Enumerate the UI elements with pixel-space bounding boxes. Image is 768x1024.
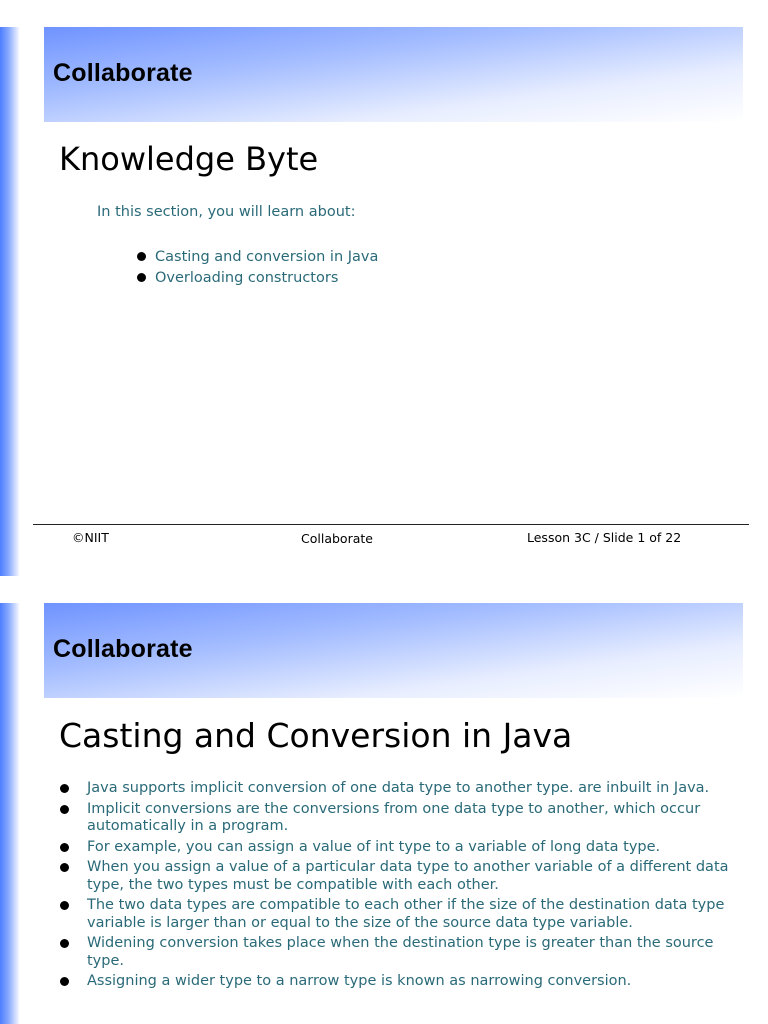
bullet-icon <box>137 252 146 261</box>
bullet-icon <box>60 804 69 814</box>
bullet-icon <box>60 901 69 910</box>
list-item: When you assign a value of a particular … <box>60 859 740 894</box>
footer-slide-number: Lesson 3C / Slide 1 of 22 <box>527 530 682 545</box>
slide-heading: Casting and Conversion in Java <box>59 716 573 755</box>
list-item: Assigning a wider type to a narrow type … <box>60 973 740 991</box>
list-item: Implicit conversions are the conversions… <box>60 801 740 836</box>
bullet-icon <box>60 939 69 948</box>
header-title: Collaborate <box>53 59 193 87</box>
intro-text: In this section, you will learn about: <box>97 204 356 220</box>
header-title: Collaborate <box>53 635 193 663</box>
bullet-icon <box>60 863 69 872</box>
bullet-icon <box>60 842 69 852</box>
bullet-list: Java supports implicit conversion of one… <box>60 780 740 994</box>
slide-header: Collaborate <box>44 27 743 122</box>
list-item: Overloading constructors <box>135 268 378 289</box>
bullet-icon <box>60 977 69 986</box>
bullet-icon <box>137 273 146 282</box>
bullet-icon <box>60 784 69 793</box>
slide-side-bar <box>0 27 20 576</box>
topic-list: Casting and conversion in Java Overloadi… <box>135 247 378 289</box>
list-item: Java supports implicit conversion of one… <box>60 780 740 798</box>
list-item: Casting and conversion in Java <box>135 247 378 268</box>
slide-heading: Knowledge Byte <box>59 140 319 178</box>
list-item: For example, you can assign a value of i… <box>60 839 740 857</box>
list-item: The two data types are compatible to eac… <box>60 897 740 932</box>
slide-2: Collaborate Casting and Conversion in Ja… <box>0 578 768 1024</box>
footer-divider <box>33 524 749 525</box>
slide-header: Collaborate <box>44 603 743 698</box>
footer-copyright: ©NIIT <box>72 530 109 545</box>
slide-side-bar <box>0 603 20 1024</box>
list-item: Widening conversion takes place when the… <box>60 935 740 970</box>
footer-center-label: Collaborate <box>301 531 373 546</box>
slide-1: Collaborate Knowledge Byte In this secti… <box>0 0 768 578</box>
